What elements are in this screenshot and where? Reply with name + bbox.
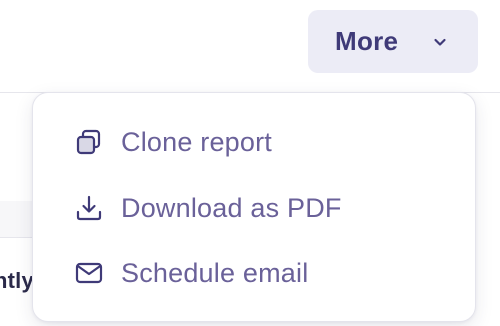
more-menu: Clone report Download as PDF Schedule em… — [32, 92, 476, 322]
mail-icon — [75, 262, 103, 284]
menu-item-download-pdf[interactable]: Download as PDF — [33, 179, 475, 237]
page: ntly More Clone report Download as PDF S… — [0, 0, 500, 326]
chevron-down-icon — [434, 38, 446, 46]
clone-icon — [76, 129, 101, 155]
menu-item-clone-report[interactable]: Clone report — [33, 113, 475, 171]
menu-item-label: Download as PDF — [121, 192, 342, 223]
background-text: ntly — [0, 268, 34, 293]
menu-item-label: Clone report — [121, 126, 272, 157]
menu-item-schedule-email[interactable]: Schedule email — [33, 244, 475, 302]
download-icon — [76, 195, 102, 221]
menu-item-label: Schedule email — [121, 257, 309, 288]
more-button[interactable]: More — [308, 10, 478, 73]
more-button-label: More — [335, 26, 399, 56]
